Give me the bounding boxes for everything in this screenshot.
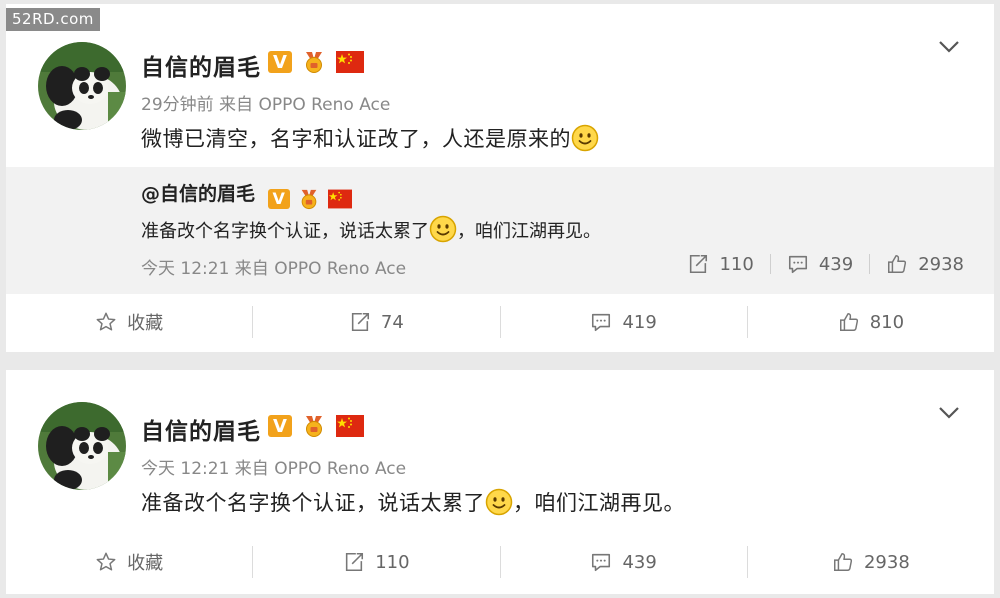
thumbs-up-icon (832, 551, 854, 573)
favorite-button[interactable]: 收藏 (6, 549, 252, 575)
star-icon (95, 311, 117, 333)
repost-comments-button[interactable]: 439 (771, 253, 869, 275)
watermark: 52RD.com (6, 8, 100, 31)
repost-count: 74 (380, 311, 404, 333)
thumbs-up-icon (838, 311, 860, 333)
thumbs-up-icon (886, 253, 908, 275)
post-meta: 29分钟前 来自 OPPO Reno Ace (141, 95, 391, 115)
post-text-content: 微博已清空，名字和认证改了，人还是原来的 (141, 127, 571, 151)
repost-icon (687, 253, 709, 275)
repost-comments-count: 439 (818, 253, 854, 275)
comment-icon (787, 253, 809, 275)
repost-icon (349, 311, 371, 333)
china-flag-icon (336, 415, 364, 437)
like-count: 2938 (863, 551, 910, 573)
verified-v-icon: V (268, 415, 292, 437)
user-badges: V (268, 414, 364, 438)
medal-icon (300, 414, 328, 438)
comment-count: 439 (622, 551, 657, 573)
repost-text: 准备改个名字换个认证，说话太累了 ，咱们江湖再见。 (141, 215, 601, 243)
china-flag-icon (328, 189, 352, 209)
verified-v-icon: V (268, 51, 292, 73)
smile-emoji-icon (571, 124, 599, 152)
repost-meta: 今天 12:21 来自 OPPO Reno Ace (141, 259, 407, 279)
star-icon (95, 551, 117, 573)
user-badges: V (268, 50, 364, 74)
smile-emoji-icon (429, 215, 457, 243)
repost-reposts-button[interactable]: 110 (671, 253, 769, 275)
repost-likes-count: 2938 (918, 253, 964, 275)
post-text: 微博已清空，名字和认证改了，人还是原来的 (141, 123, 599, 153)
repost-reposts-count: 110 (719, 253, 754, 275)
favorite-button[interactable]: 收藏 (6, 309, 252, 335)
comment-button[interactable]: 439 (501, 551, 747, 573)
favorite-label: 收藏 (127, 313, 164, 334)
chevron-down-icon[interactable] (938, 406, 960, 420)
like-count: 810 (869, 311, 905, 333)
medal-icon (296, 188, 322, 210)
china-flag-icon (336, 51, 364, 73)
comment-button[interactable]: 419 (501, 311, 747, 333)
repost-text-part-a: 准备改个名字换个认证，说话太累了 (141, 221, 429, 242)
repost-icon (343, 551, 365, 573)
verified-v-icon: V (267, 188, 290, 209)
panda-avatar-image (38, 402, 126, 490)
repost-button[interactable]: 110 (253, 551, 499, 573)
username[interactable]: 自信的眉毛 (141, 48, 261, 82)
chevron-down-icon[interactable] (938, 40, 960, 54)
post-text-part-a: 准备改个名字换个认证，说话太累了 (141, 491, 485, 515)
username[interactable]: 自信的眉毛 (141, 412, 261, 446)
favorite-label: 收藏 (127, 553, 164, 574)
comment-count: 419 (622, 311, 657, 333)
repost-user-badges: V (267, 188, 352, 210)
comment-icon (590, 311, 612, 333)
repost-likes-button[interactable]: 2938 (870, 253, 964, 275)
avatar[interactable] (38, 42, 126, 130)
like-button[interactable]: 810 (748, 311, 994, 333)
repost-count: 110 (375, 551, 410, 573)
action-bar: 收藏 74 419 810 (6, 294, 994, 350)
repost-stats: 110 439 2938 (671, 253, 964, 275)
repost-text-part-b: ，咱们江湖再见。 (457, 221, 601, 242)
medal-icon (300, 50, 328, 74)
post-meta: 今天 12:21 来自 OPPO Reno Ace (141, 459, 407, 479)
post-text: 准备改个名字换个认证，说话太累了 ，咱们江湖再见。 (141, 487, 685, 517)
like-button[interactable]: 2938 (748, 551, 994, 573)
reposted-content[interactable]: @自信的眉毛 V 准备改个名字换个认证，说话太累了 ，咱们江湖再见。 今天 12:… (6, 167, 994, 294)
repost-username-row[interactable]: @自信的眉毛 V (141, 179, 352, 210)
post-text-part-b: ，咱们江湖再见。 (513, 491, 685, 515)
comment-icon (590, 551, 612, 573)
action-bar: 收藏 110 439 2938 (6, 534, 994, 590)
smile-emoji-icon (485, 488, 513, 516)
weibo-post-card: 自信的眉毛 V 29分钟前 来自 OPPO Reno Ace 微博已清空，名字和… (6, 4, 994, 352)
repost-button[interactable]: 74 (253, 311, 499, 333)
weibo-post-card: 自信的眉毛 V 今天 12:21 来自 OPPO Reno Ace 准备改个名字… (6, 370, 994, 594)
repost-username[interactable]: @自信的眉毛 (141, 183, 255, 205)
panda-avatar-image (38, 42, 126, 130)
avatar[interactable] (38, 402, 126, 490)
